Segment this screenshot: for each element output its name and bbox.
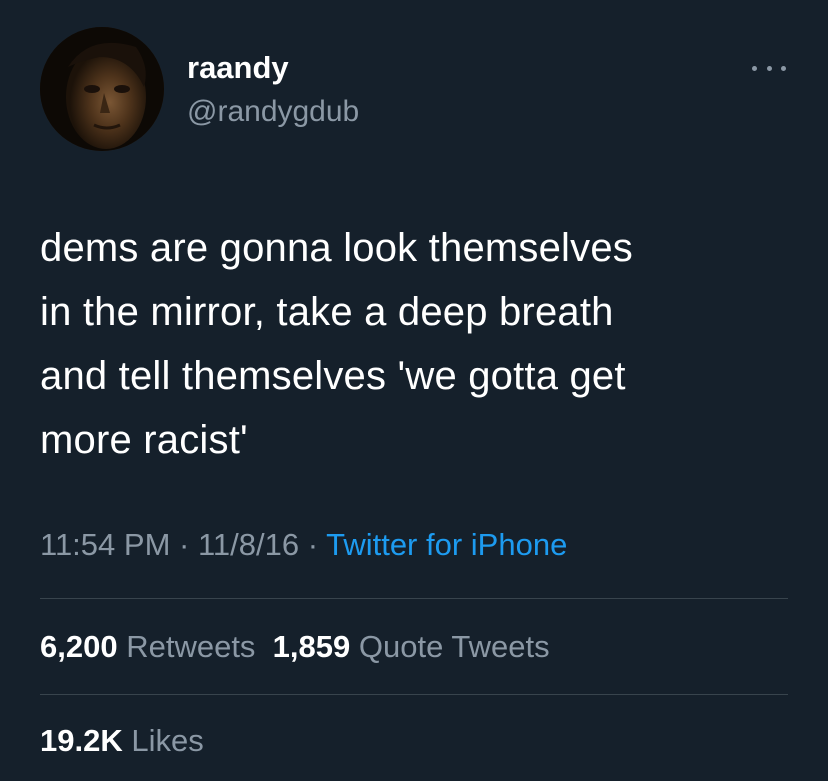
tweet-meta: 11:54 PM · 11/8/16 · Twitter for iPhone: [40, 525, 567, 565]
separator: ·: [170, 527, 198, 562]
divider: [40, 598, 788, 599]
likes-row: 19.2K Likes: [40, 721, 204, 761]
tweet-text-line: more racist': [40, 418, 248, 462]
handle[interactable]: @randygdub: [187, 94, 359, 130]
likes-count: 19.2K: [40, 723, 123, 758]
dot: [752, 65, 757, 71]
display-name[interactable]: raandy: [187, 50, 289, 86]
retweets-count: 6,200: [40, 629, 118, 664]
dot: [781, 65, 786, 71]
separator: ·: [299, 527, 327, 562]
tweet-detail: raandy @randygdub dems are gonna look th…: [0, 0, 828, 781]
more-horizontal-icon[interactable]: [752, 58, 786, 78]
tweet-text-line: and tell themselves 'we gotta get: [40, 354, 626, 398]
quote-tweets-label: Quote Tweets: [358, 629, 550, 664]
profile-photo-icon: [40, 27, 164, 151]
engagement-row: 6,200 Retweets 1,859 Quote Tweets: [40, 627, 550, 667]
tweet-date[interactable]: 11/8/16: [198, 527, 299, 562]
divider: [40, 694, 788, 695]
quote-tweets-stat[interactable]: 1,859 Quote Tweets: [273, 629, 550, 664]
tweet-source-link[interactable]: Twitter for iPhone: [326, 527, 567, 562]
likes-stat[interactable]: 19.2K Likes: [40, 723, 204, 758]
tweet-text: dems are gonna look themselves in the mi…: [40, 216, 800, 472]
avatar[interactable]: [40, 27, 164, 151]
quote-tweets-count: 1,859: [272, 629, 351, 664]
tweet-time[interactable]: 11:54 PM: [40, 527, 170, 562]
dot: [766, 65, 772, 71]
tweet-text-line: in the mirror, take a deep breath: [40, 290, 614, 334]
tweet-text-line: dems are gonna look themselves: [40, 226, 633, 270]
retweets-label: Retweets: [126, 629, 256, 664]
retweets-stat[interactable]: 6,200 Retweets: [40, 629, 255, 664]
likes-label: Likes: [131, 723, 204, 758]
